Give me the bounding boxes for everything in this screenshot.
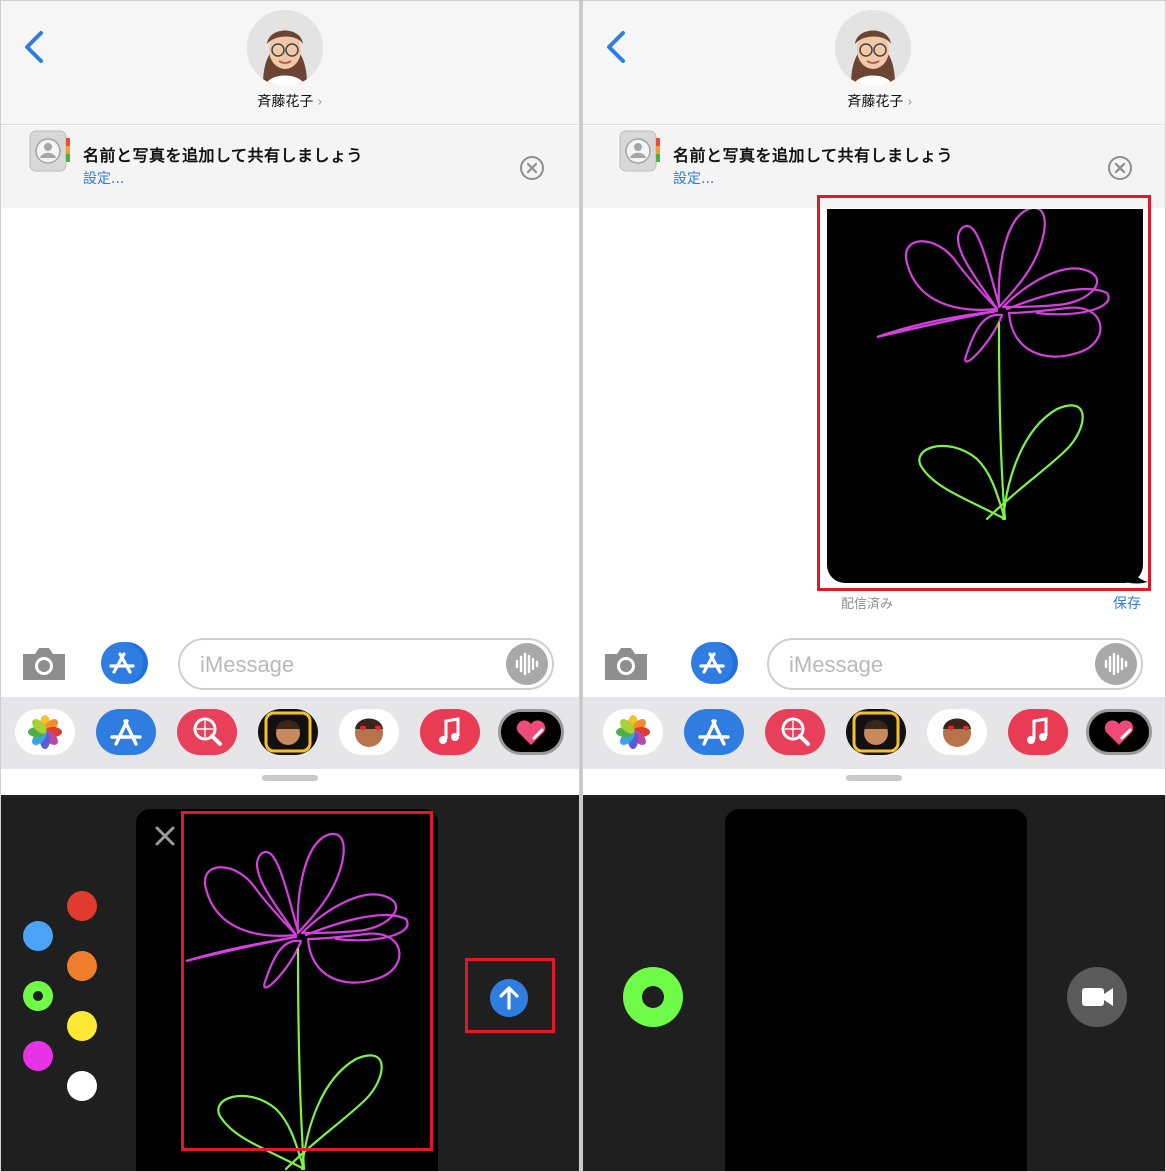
camera-icon[interactable]: [19, 644, 69, 684]
back-chevron-icon[interactable]: [599, 27, 635, 67]
bottom-sheet: [1, 769, 579, 795]
contact-name[interactable]: 斉藤花子 ›: [583, 91, 1165, 111]
message-input[interactable]: iMessage: [767, 638, 1143, 690]
send-arrow-icon[interactable]: [490, 979, 528, 1017]
back-chevron-icon[interactable]: [17, 27, 53, 67]
color-blue-swatch[interactable]: [23, 921, 53, 951]
color-orange-swatch[interactable]: [67, 951, 97, 981]
video-camera-icon: [1082, 988, 1113, 1006]
audio-waveform-icon[interactable]: [1095, 643, 1137, 685]
settings-link[interactable]: 設定...: [83, 168, 124, 188]
photos-app-icon[interactable]: [15, 709, 75, 755]
close-circle-icon[interactable]: [519, 155, 545, 181]
share-name-banner: 名前と写真を追加して共有しましょう 設定...: [1, 126, 579, 208]
contact-avatar[interactable]: [247, 10, 323, 86]
contacts-icon: [619, 130, 660, 172]
chevron-right-icon: ›: [907, 95, 913, 110]
color-green-swatch-selected[interactable]: [23, 981, 53, 1011]
chevron-right-icon: ›: [317, 95, 323, 110]
music-app-icon[interactable]: [420, 709, 480, 755]
camera-icon[interactable]: [601, 644, 651, 684]
contact-name-label: 斉藤花子: [257, 94, 314, 110]
contact-name-label: 斉藤花子: [847, 94, 904, 110]
color-yellow-swatch[interactable]: [67, 1011, 97, 1041]
record-color-button[interactable]: [623, 967, 683, 1027]
banner-title: 名前と写真を追加して共有しましょう: [83, 146, 364, 165]
photos-app-icon[interactable]: [603, 709, 663, 755]
app-drawer: [583, 697, 1165, 769]
appstore-app-icon[interactable]: [96, 709, 156, 755]
sheet-grabber[interactable]: [262, 775, 318, 781]
right-panel: 斉藤花子 › 名前と写真を追加して共有しましょう 設定... 配信済み 保存 i…: [582, 0, 1166, 1172]
memoji-app-icon[interactable]: [846, 709, 906, 755]
settings-link[interactable]: 設定...: [673, 168, 714, 188]
record-indicator: [642, 986, 664, 1008]
message-input[interactable]: iMessage: [178, 638, 554, 690]
audio-waveform-icon[interactable]: [506, 643, 548, 685]
conversation-header: 斉藤花子 ›: [1, 1, 579, 125]
memoji-stickers-app-icon[interactable]: [339, 709, 399, 755]
contacts-icon: [29, 130, 70, 172]
memoji-stickers-app-icon[interactable]: [927, 709, 987, 755]
color-magenta-swatch[interactable]: [23, 1041, 53, 1071]
close-circle-icon[interactable]: [1107, 155, 1133, 181]
drawing-canvas[interactable]: [725, 809, 1027, 1171]
digital-touch-app-icon[interactable]: [1086, 709, 1152, 755]
screenshot-root: 斉藤花子 › 名前と写真を追加して共有しましょう 設定... iMessage …: [0, 0, 1166, 1172]
banner-title: 名前と写真を追加して共有しましょう: [673, 146, 954, 165]
memoji-app-icon[interactable]: [258, 709, 318, 755]
appstore-app-icon[interactable]: [684, 709, 744, 755]
app-store-button-icon[interactable]: [97, 641, 153, 685]
left-panel: 斉藤花子 › 名前と写真を追加して共有しましょう 設定... iMessage: [0, 0, 580, 1172]
bottom-sheet: [583, 769, 1165, 795]
color-red-swatch[interactable]: [67, 891, 97, 921]
color-white-swatch[interactable]: [67, 1071, 97, 1101]
highlight-message-box: [817, 195, 1151, 591]
conversation-header: 斉藤花子 ›: [583, 1, 1165, 125]
search-images-app-icon[interactable]: [765, 709, 825, 755]
digital-touch-panel: [583, 795, 1165, 1171]
search-images-app-icon[interactable]: [177, 709, 237, 755]
video-camera-button[interactable]: [1067, 967, 1127, 1027]
music-app-icon[interactable]: [1008, 709, 1068, 755]
highlight-drawing-box: [181, 811, 433, 1151]
message-input-placeholder: iMessage: [200, 652, 295, 677]
message-input-placeholder: iMessage: [789, 652, 884, 677]
contact-name[interactable]: 斉藤花子 ›: [1, 91, 579, 111]
app-store-button-icon[interactable]: [687, 641, 743, 685]
digital-touch-app-icon[interactable]: [498, 709, 564, 755]
app-drawer: [1, 697, 579, 769]
contact-avatar[interactable]: [835, 10, 911, 86]
save-link[interactable]: 保存: [1113, 593, 1141, 613]
sheet-grabber[interactable]: [846, 775, 902, 781]
delivered-status: 配信済み: [841, 597, 894, 612]
